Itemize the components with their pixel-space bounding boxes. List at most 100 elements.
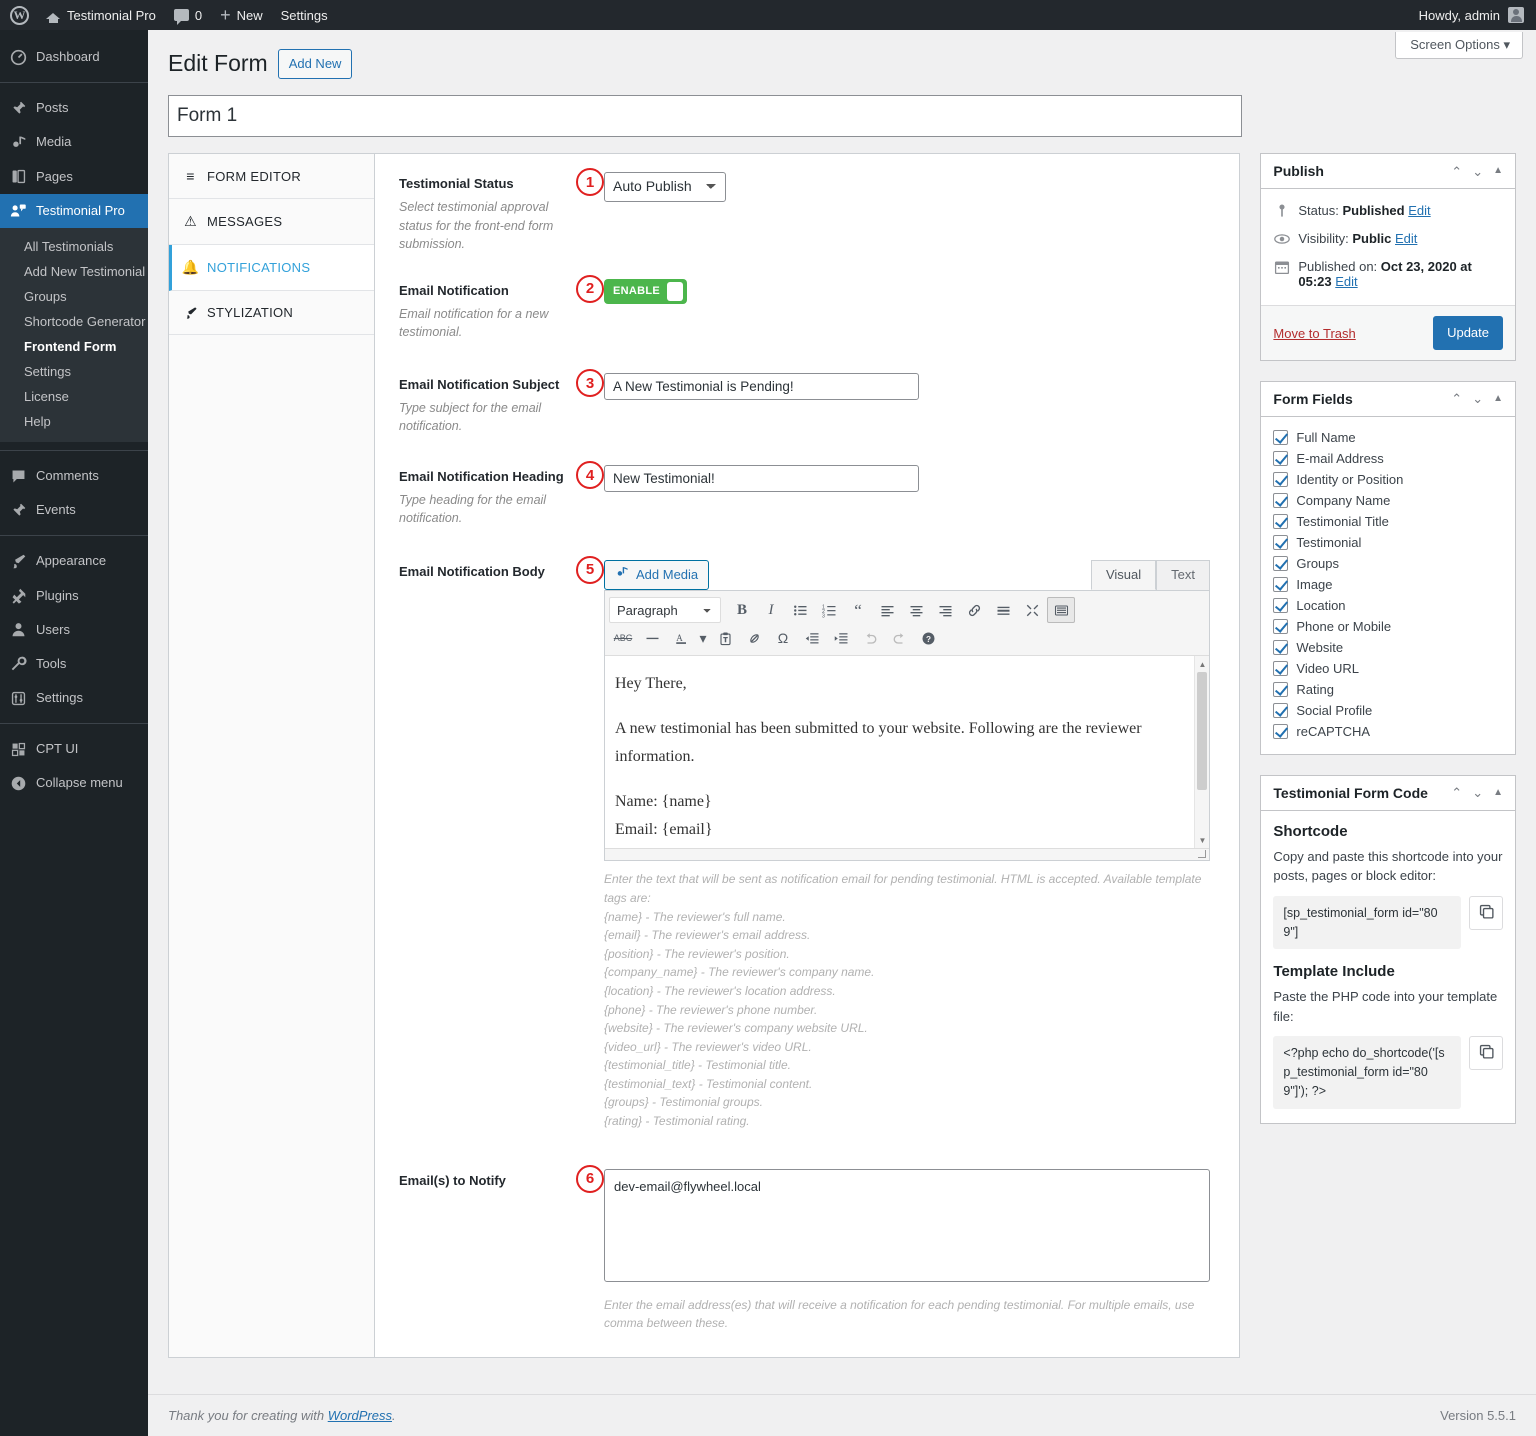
- move-down-icon[interactable]: ⌄: [1472, 165, 1483, 178]
- toggle-panel-icon[interactable]: ▲: [1493, 787, 1503, 798]
- move-up-icon[interactable]: ⌃: [1451, 392, 1462, 405]
- sidebar-item-events[interactable]: Events: [0, 493, 148, 527]
- form-field-checkbox-row[interactable]: Company Name: [1273, 490, 1503, 511]
- blockquote-icon[interactable]: “: [844, 597, 872, 623]
- outdent-icon[interactable]: [798, 625, 826, 651]
- checkbox-icon[interactable]: [1273, 618, 1289, 634]
- clear-formatting-icon[interactable]: [740, 625, 768, 651]
- editor-content-area[interactable]: Hey There, A new testimonial has been su…: [605, 656, 1209, 849]
- checkbox-icon[interactable]: [1273, 450, 1289, 466]
- tab-notifications[interactable]: 🔔 NOTIFICATIONS: [169, 245, 374, 292]
- wordpress-link[interactable]: WordPress: [328, 1408, 392, 1423]
- form-field-checkbox-row[interactable]: Groups: [1273, 553, 1503, 574]
- sidebar-item-dashboard[interactable]: Dashboard: [0, 40, 148, 74]
- move-up-icon[interactable]: ⌃: [1451, 786, 1462, 799]
- form-field-checkbox-row[interactable]: Rating: [1273, 679, 1503, 700]
- form-field-checkbox-row[interactable]: Website: [1273, 637, 1503, 658]
- adminbar-settings-button[interactable]: Settings: [272, 0, 337, 30]
- form-field-checkbox-row[interactable]: Testimonial: [1273, 532, 1503, 553]
- special-character-icon[interactable]: Ω: [769, 625, 797, 651]
- sidebar-subitem-shortcode-generator[interactable]: Shortcode Generator: [0, 309, 148, 334]
- align-right-icon[interactable]: [931, 597, 959, 623]
- copy-shortcode-button[interactable]: [1469, 895, 1503, 930]
- visibility-edit-link[interactable]: Edit: [1395, 231, 1417, 246]
- undo-icon[interactable]: [856, 625, 884, 651]
- numbered-list-icon[interactable]: 123: [815, 597, 843, 623]
- redo-icon[interactable]: [885, 625, 913, 651]
- italic-icon[interactable]: I: [757, 597, 785, 623]
- form-field-checkbox-row[interactable]: reCAPTCHA: [1273, 721, 1503, 742]
- form-field-checkbox-row[interactable]: Social Profile: [1273, 700, 1503, 721]
- move-down-icon[interactable]: ⌄: [1472, 786, 1483, 799]
- paste-as-text-icon[interactable]: [711, 625, 739, 651]
- account-menu[interactable]: Howdy, admin: [1419, 7, 1536, 23]
- sidebar-item-testimonial-pro[interactable]: Testimonial Pro: [0, 193, 156, 228]
- screen-options-button[interactable]: Screen Options ▾: [1395, 32, 1523, 59]
- fullscreen-icon[interactable]: [1018, 597, 1046, 623]
- editor-resize-handle[interactable]: [605, 848, 1209, 861]
- toggle-panel-icon[interactable]: ▲: [1493, 166, 1503, 176]
- editor-tab-text[interactable]: Text: [1156, 560, 1210, 591]
- template-include-value[interactable]: <?php echo do_shortcode('[sp_testimonial…: [1273, 1036, 1461, 1109]
- move-up-icon[interactable]: ⌃: [1451, 165, 1462, 178]
- add-media-button[interactable]: Add Media: [604, 559, 710, 591]
- status-edit-link[interactable]: Edit: [1408, 203, 1430, 218]
- sidebar-item-comments[interactable]: Comments: [0, 459, 148, 493]
- checkbox-icon[interactable]: [1273, 702, 1289, 718]
- horizontal-rule-icon[interactable]: [638, 625, 666, 651]
- checkbox-icon[interactable]: [1273, 639, 1289, 655]
- editor-scrollbar[interactable]: ▲ ▼: [1194, 656, 1209, 849]
- move-to-trash-link[interactable]: Move to Trash: [1273, 326, 1355, 341]
- form-field-checkbox-row[interactable]: E-mail Address: [1273, 448, 1503, 469]
- sidebar-subitem-license[interactable]: License: [0, 384, 148, 409]
- align-center-icon[interactable]: [902, 597, 930, 623]
- checkbox-icon[interactable]: [1273, 576, 1289, 592]
- sidebar-item-appearance[interactable]: Appearance: [0, 544, 148, 578]
- scroll-up-icon[interactable]: ▲: [1195, 656, 1209, 672]
- sidebar-item-users[interactable]: Users: [0, 613, 148, 647]
- sidebar-subitem-all-testimonials[interactable]: All Testimonials: [0, 234, 148, 259]
- sidebar-subitem-settings[interactable]: Settings: [0, 359, 148, 384]
- sidebar-item-settings[interactable]: Settings: [0, 681, 148, 715]
- email-notification-toggle[interactable]: ENABLE: [604, 278, 687, 304]
- form-field-checkbox-row[interactable]: Video URL: [1273, 658, 1503, 679]
- add-new-button[interactable]: Add New: [277, 49, 353, 79]
- checkbox-icon[interactable]: [1273, 492, 1289, 508]
- tab-messages[interactable]: ⚠ MESSAGES: [169, 199, 374, 246]
- sidebar-subitem-add-new-testimonial[interactable]: Add New Testimonial: [0, 259, 148, 284]
- shortcode-value[interactable]: [sp_testimonial_form id="809"]: [1273, 895, 1461, 950]
- form-field-checkbox-row[interactable]: Phone or Mobile: [1273, 616, 1503, 637]
- sidebar-collapse-button[interactable]: Collapse menu: [0, 766, 148, 800]
- bold-icon[interactable]: B: [728, 597, 756, 623]
- sidebar-subitem-groups[interactable]: Groups: [0, 284, 148, 309]
- wordpress-logo-button[interactable]: W: [0, 0, 37, 30]
- testimonial-status-select[interactable]: Auto Publish: [604, 172, 726, 203]
- form-field-checkbox-row[interactable]: Image: [1273, 574, 1503, 595]
- align-left-icon[interactable]: [873, 597, 901, 623]
- sidebar-item-posts[interactable]: Posts: [0, 91, 148, 125]
- sidebar-item-plugins[interactable]: Plugins: [0, 579, 148, 613]
- strikethrough-icon[interactable]: ABC: [609, 625, 637, 651]
- scrollbar-thumb[interactable]: [1197, 672, 1207, 791]
- published-edit-link[interactable]: Edit: [1335, 274, 1357, 289]
- checkbox-icon[interactable]: [1273, 597, 1289, 613]
- checkbox-icon[interactable]: [1273, 471, 1289, 487]
- checkbox-icon[interactable]: [1273, 429, 1289, 445]
- email-heading-input[interactable]: [604, 465, 919, 493]
- site-name-button[interactable]: Testimonial Pro: [37, 0, 165, 30]
- text-color-dropdown-icon[interactable]: ▾: [696, 625, 710, 651]
- sidebar-item-tools[interactable]: Tools: [0, 647, 148, 681]
- tab-form-editor[interactable]: ≡ FORM EDITOR: [169, 154, 374, 200]
- form-field-checkbox-row[interactable]: Full Name: [1273, 427, 1503, 448]
- editor-tab-visual[interactable]: Visual: [1090, 560, 1157, 591]
- checkbox-icon[interactable]: [1273, 723, 1289, 739]
- indent-icon[interactable]: [827, 625, 855, 651]
- checkbox-icon[interactable]: [1273, 534, 1289, 550]
- form-field-checkbox-row[interactable]: Location: [1273, 595, 1503, 616]
- sidebar-subitem-help[interactable]: Help: [0, 409, 148, 434]
- form-title-input[interactable]: [168, 94, 1242, 138]
- toggle-toolbar-icon[interactable]: [1047, 597, 1075, 624]
- toggle-panel-icon[interactable]: ▲: [1493, 393, 1503, 404]
- checkbox-icon[interactable]: [1273, 660, 1289, 676]
- new-content-button[interactable]: + New: [211, 0, 272, 30]
